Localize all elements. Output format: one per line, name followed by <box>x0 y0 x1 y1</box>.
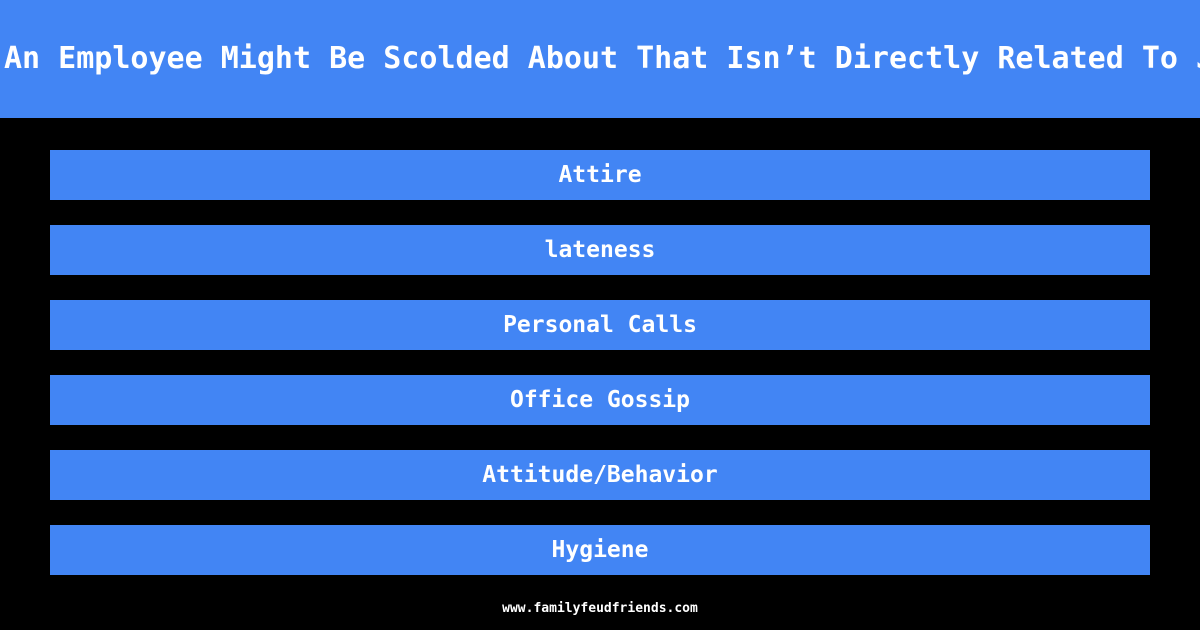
answer-row[interactable]: lateness <box>50 225 1150 275</box>
answer-label: lateness <box>544 236 656 263</box>
answer-row[interactable]: Office Gossip <box>50 375 1150 425</box>
answer-label: Office Gossip <box>509 386 690 413</box>
question-title: Name Something An Employee Might Be Scol… <box>0 41 1200 76</box>
question-header-band: Name Something An Employee Might Be Scol… <box>0 0 1200 118</box>
answer-label: Attire <box>558 161 642 188</box>
answer-label: Personal Calls <box>503 311 697 338</box>
answer-label: Attitude/Behavior <box>482 461 718 488</box>
answer-row[interactable]: Hygiene <box>50 525 1150 575</box>
answer-row[interactable]: Personal Calls <box>50 300 1150 350</box>
site-url[interactable]: www.familyfeudfriends.com <box>502 601 698 616</box>
answer-row[interactable]: Attire <box>50 150 1150 200</box>
answer-row[interactable]: Attitude/Behavior <box>50 450 1150 500</box>
answers-list: Attire lateness Personal Calls Office Go… <box>50 150 1150 575</box>
family-feud-question-card: Name Something An Employee Might Be Scol… <box>0 0 1200 630</box>
footer: www.familyfeudfriends.com <box>0 597 1200 616</box>
answer-label: Hygiene <box>551 536 649 563</box>
